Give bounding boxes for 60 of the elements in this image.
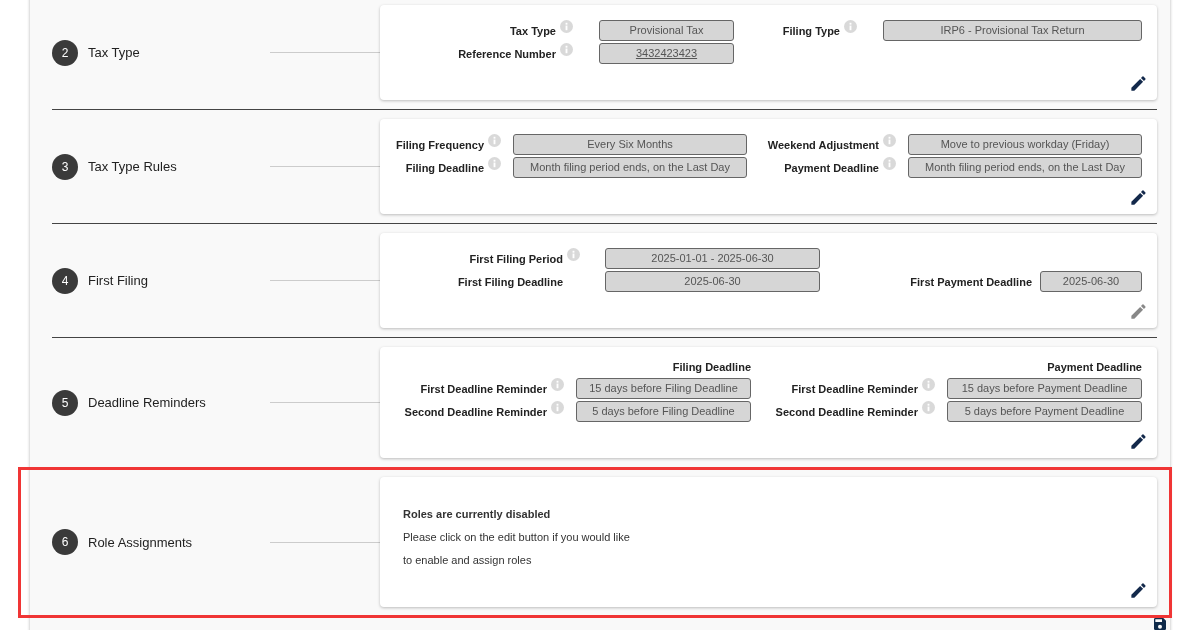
- value-field: Month filing period ends, on the Last Day: [513, 157, 747, 178]
- info-icon[interactable]: [883, 157, 896, 170]
- step-title: Deadline Reminders: [88, 395, 206, 410]
- info-icon[interactable]: [567, 248, 580, 261]
- message-heading: Roles are currently disabled: [403, 508, 552, 520]
- message-text: Please click on the edit button if you would like: [403, 531, 631, 543]
- value-field: 15 days before Payment Deadline: [947, 378, 1142, 399]
- message-text: to enable and assign roles: [403, 554, 533, 566]
- field-label: Payment Deadline: [784, 161, 879, 174]
- field-label: Weekend Adjustment: [767, 138, 879, 151]
- step-title: Role Assignments: [88, 534, 193, 550]
- info-icon[interactable]: [844, 20, 857, 33]
- field-label: First Deadline Reminder: [420, 382, 547, 395]
- column-header: Filing Deadline: [672, 361, 751, 373]
- value-field: Provisional Tax: [599, 20, 734, 41]
- edit-icon[interactable]: [1129, 432, 1148, 451]
- info-icon[interactable]: [488, 157, 501, 170]
- value-field: 5 days before Payment Deadline: [947, 401, 1142, 422]
- value-field: Every Six Months: [513, 134, 747, 155]
- step-number: 3: [52, 153, 78, 180]
- edit-icon[interactable]: [1129, 581, 1148, 600]
- edit-icon[interactable]: [1129, 74, 1148, 93]
- value-field: 5 days before Filing Deadline: [576, 401, 751, 422]
- value-field: 15 days before Filing Deadline: [576, 378, 751, 399]
- step-title: Tax Type: [88, 45, 140, 60]
- field-label: Reference Number: [458, 47, 556, 60]
- field-label: Second Deadline Reminder: [404, 405, 547, 418]
- field-label: Filing Deadline: [405, 161, 484, 174]
- field-label: First Filing Deadline: [457, 275, 563, 288]
- step-number: 2: [52, 39, 78, 66]
- info-icon[interactable]: [560, 43, 573, 56]
- value-field: IRP6 - Provisional Tax Return: [883, 20, 1142, 41]
- field-label: Filing Type: [782, 24, 840, 37]
- info-icon[interactable]: [551, 378, 564, 391]
- step-number: 4: [52, 267, 78, 294]
- value-field: 3432423423: [599, 43, 734, 64]
- info-icon[interactable]: [883, 134, 896, 147]
- edit-icon[interactable]: [1129, 188, 1148, 207]
- field-label: First Deadline Reminder: [791, 382, 918, 395]
- info-icon[interactable]: [922, 401, 935, 414]
- field-label: Filing Frequency: [396, 138, 484, 151]
- step-number: 5: [52, 389, 78, 416]
- save-icon[interactable]: [1152, 616, 1168, 630]
- field-label: First Filing Period: [469, 252, 563, 265]
- column-header: Payment Deadline: [1047, 361, 1142, 373]
- step-number: 6: [52, 529, 78, 555]
- field-label: Second Deadline Reminder: [775, 405, 918, 418]
- value-field: Move to previous workday (Friday): [908, 134, 1142, 155]
- field-label: First Payment Deadline: [910, 275, 1032, 288]
- info-icon[interactable]: [488, 134, 501, 147]
- info-icon[interactable]: [560, 20, 573, 33]
- value-field: 2025-06-30: [605, 271, 820, 292]
- step-title: First Filing: [88, 273, 148, 288]
- value-field: 2025-06-30: [1040, 271, 1142, 292]
- info-icon[interactable]: [922, 378, 935, 391]
- field-label: Tax Type: [509, 24, 556, 37]
- value-field: 2025-01-01 - 2025-06-30: [605, 248, 820, 269]
- value-field: Month filing period ends, on the Last Day: [908, 157, 1142, 178]
- step-title: Tax Type Rules: [88, 159, 177, 174]
- info-icon[interactable]: [551, 401, 564, 414]
